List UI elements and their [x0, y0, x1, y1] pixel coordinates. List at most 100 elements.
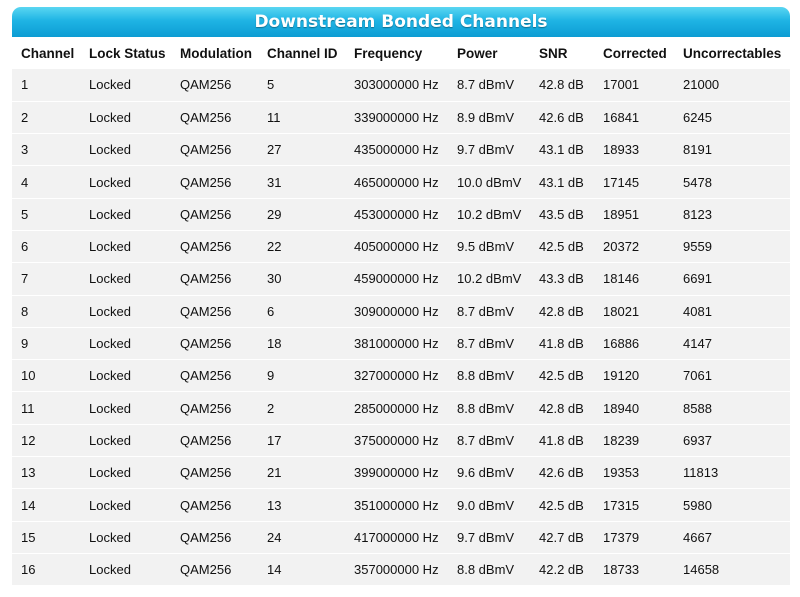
- table-row: 3 Locked QAM256 27 435000000 Hz 9.7 dBmV 43.1 …: [12, 133, 790, 166]
- column-header-corrected: Corrected: [603, 45, 667, 61]
- cell-frequency: 399000000 Hz: [354, 465, 439, 481]
- cell-modulation: QAM256: [180, 239, 232, 255]
- cell-snr: 42.2 dB: [539, 562, 584, 578]
- cell-frequency: 357000000 Hz: [354, 562, 439, 578]
- cell-modulation: QAM256: [180, 336, 232, 352]
- cell-corrected: 17379: [603, 529, 640, 545]
- cell-corrected: 18239: [603, 432, 640, 448]
- cell-lock-status: Locked: [89, 529, 131, 545]
- cell-corrected: 18940: [603, 400, 640, 416]
- cell-channel: 9: [21, 336, 29, 352]
- cell-snr: 43.3 dB: [539, 271, 584, 287]
- cell-channel: 3: [21, 142, 29, 158]
- cell-power: 9.0 dBmV: [457, 497, 515, 513]
- cell-uncorrectables: 6937: [683, 432, 712, 448]
- cell-uncorrectables: 5478: [683, 174, 712, 190]
- cell-snr: 41.8 dB: [539, 432, 584, 448]
- cell-snr: 43.1 dB: [539, 174, 584, 190]
- table-row: 12 Locked QAM256 17 375000000 Hz 8.7 dBmV 41.8…: [12, 424, 790, 457]
- cell-uncorrectables: 6245: [683, 109, 712, 125]
- cell-power: 9.7 dBmV: [457, 142, 515, 158]
- cell-modulation: QAM256: [180, 465, 232, 481]
- cell-modulation: QAM256: [180, 206, 232, 222]
- cell-frequency: 405000000 Hz: [354, 239, 439, 255]
- cell-power: 8.9 dBmV: [457, 109, 515, 125]
- cell-lock-status: Locked: [89, 239, 131, 255]
- cell-frequency: 417000000 Hz: [354, 529, 439, 545]
- cell-channel: 10: [21, 368, 36, 384]
- cell-corrected: 18951: [603, 206, 640, 222]
- cell-uncorrectables: 4147: [683, 336, 712, 352]
- cell-frequency: 381000000 Hz: [354, 336, 439, 352]
- cell-power: 9.7 dBmV: [457, 529, 515, 545]
- cell-snr: 42.8 dB: [539, 400, 584, 416]
- cell-snr: 42.6 dB: [539, 109, 584, 125]
- cell-power: 10.0 dBmV: [457, 174, 522, 190]
- cell-channel: 16: [21, 562, 36, 578]
- cell-uncorrectables: 8588: [683, 400, 712, 416]
- cell-uncorrectables: 4081: [683, 303, 712, 319]
- cell-power: 8.7 dBmV: [457, 336, 515, 352]
- table-row: 5 Locked QAM256 29 453000000 Hz 10.2 dBmV 43.5…: [12, 198, 790, 231]
- cell-corrected: 18933: [603, 142, 640, 158]
- cell-uncorrectables: 11813: [683, 465, 719, 481]
- cell-channel-id: 31: [267, 174, 282, 190]
- cell-power: 8.7 dBmV: [457, 303, 515, 319]
- cell-power: 10.2 dBmV: [457, 271, 522, 287]
- cell-channel-id: 14: [267, 562, 282, 578]
- cell-channel-id: 6: [267, 303, 275, 319]
- cell-lock-status: Locked: [89, 497, 131, 513]
- table-row: 8 Locked QAM256 6 309000000 Hz 8.7 dBmV 42.8 d…: [12, 295, 790, 328]
- cell-frequency: 303000000 Hz: [354, 77, 439, 93]
- cell-modulation: QAM256: [180, 174, 232, 190]
- column-header-uncorrectables: Uncorrectables: [683, 45, 782, 61]
- table-row: 11 Locked QAM256 2 285000000 Hz 8.8 dBmV 42.8 …: [12, 391, 790, 425]
- cell-modulation: QAM256: [180, 142, 232, 158]
- cell-channel: 4: [21, 174, 29, 190]
- cell-lock-status: Locked: [89, 400, 131, 416]
- cell-corrected: 17145: [603, 174, 640, 190]
- cell-power: 8.8 dBmV: [457, 400, 515, 416]
- cell-modulation: QAM256: [180, 303, 232, 319]
- cell-channel-id: 22: [267, 239, 282, 255]
- table-row: 13 Locked QAM256 21 399000000 Hz 9.6 dBmV 42.6…: [12, 456, 790, 489]
- cell-channel-id: 27: [267, 142, 282, 158]
- table-row: 16 Locked QAM256 14 357000000 Hz 8.8 dBmV 42.2…: [12, 553, 790, 586]
- cell-channel-id: 9: [267, 368, 275, 384]
- cell-lock-status: Locked: [89, 206, 131, 222]
- cell-modulation: QAM256: [180, 562, 232, 578]
- cell-snr: 43.1 dB: [539, 142, 584, 158]
- cell-channel: 8: [21, 303, 29, 319]
- table-row: 4 Locked QAM256 31 465000000 Hz 10.0 dBmV 43.1…: [12, 165, 790, 199]
- cell-snr: 42.5 dB: [539, 239, 584, 255]
- cell-channel-id: 2: [267, 400, 275, 416]
- cell-corrected: 19120: [603, 368, 640, 384]
- cell-channel-id: 24: [267, 529, 282, 545]
- cell-channel: 11: [21, 400, 35, 416]
- cell-lock-status: Locked: [89, 562, 131, 578]
- cell-lock-status: Locked: [89, 465, 131, 481]
- cell-corrected: 18733: [603, 562, 640, 578]
- cell-power: 9.5 dBmV: [457, 239, 515, 255]
- cell-channel: 7: [21, 271, 29, 287]
- table-title: Downstream Bonded Channels: [12, 7, 790, 37]
- cell-lock-status: Locked: [89, 336, 131, 352]
- cell-corrected: 18146: [603, 271, 640, 287]
- cell-power: 8.7 dBmV: [457, 432, 515, 448]
- cell-lock-status: Locked: [89, 368, 131, 384]
- cell-channel-id: 11: [267, 109, 281, 125]
- cell-modulation: QAM256: [180, 432, 232, 448]
- cell-channel: 1: [21, 77, 29, 93]
- table-body: 1 Locked QAM256 5 303000000 Hz 8.7 dBmV 42.8 d…: [12, 69, 790, 586]
- cell-frequency: 327000000 Hz: [354, 368, 439, 384]
- cell-modulation: QAM256: [180, 400, 232, 416]
- table-row: 7 Locked QAM256 30 459000000 Hz 10.2 dBmV 43.3…: [12, 262, 790, 296]
- table-row: 1 Locked QAM256 5 303000000 Hz 8.7 dBmV 42.8 d…: [12, 69, 790, 102]
- cell-frequency: 435000000 Hz: [354, 142, 439, 158]
- cell-channel: 5: [21, 206, 29, 222]
- cell-lock-status: Locked: [89, 109, 131, 125]
- cell-lock-status: Locked: [89, 432, 131, 448]
- cell-corrected: 16886: [603, 336, 640, 352]
- column-header-lock-status: Lock Status: [89, 45, 166, 61]
- cell-uncorrectables: 4667: [683, 529, 712, 545]
